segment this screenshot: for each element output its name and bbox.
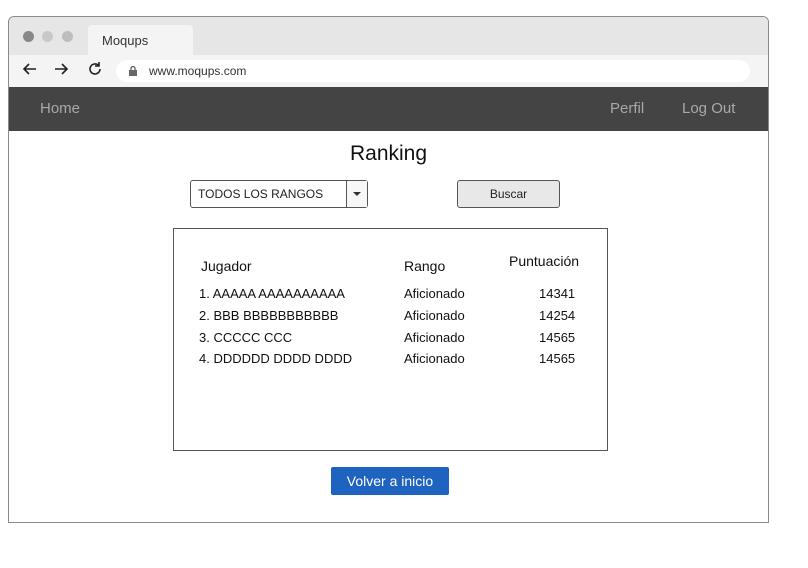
search-button[interactable]: Buscar: [457, 180, 560, 208]
header-puntuacion: Puntuación: [509, 253, 580, 269]
rank-filter-value: TODOS LOS RANGOS: [198, 187, 324, 201]
row-puntuacion: 14254: [539, 308, 576, 323]
back-to-home-button[interactable]: Volver a inicio: [331, 467, 449, 495]
address-bar: www.moqups.com: [9, 55, 768, 87]
forward-arrow-icon[interactable]: [52, 61, 70, 79]
row-jugador: 3. CCCCC CCC: [199, 330, 293, 345]
url-field[interactable]: www.moqups.com: [116, 60, 750, 82]
nav-logout-link[interactable]: Log Out: [682, 100, 735, 117]
window-close-dot[interactable]: [23, 31, 34, 42]
row-puntuacion: 14565: [539, 351, 576, 366]
row-jugador: 2. BBB BBBBBBBBBBB: [199, 308, 339, 323]
browser-tab-title: Moqups: [102, 33, 149, 48]
nav-home-link[interactable]: Home: [40, 100, 80, 117]
page-title: Ranking: [349, 142, 428, 165]
window-minimize-dot[interactable]: [42, 31, 53, 42]
browser-tab[interactable]: Moqups: [88, 25, 193, 55]
window-maximize-dot[interactable]: [62, 31, 73, 42]
top-navbar: Home Perfil Log Out: [9, 87, 768, 131]
reload-icon[interactable]: [86, 61, 104, 79]
row-jugador: 1. AAAAA AAAAAAAAAA: [199, 286, 345, 301]
back-arrow-icon[interactable]: [21, 61, 39, 79]
row-rango: Aficionado: [404, 308, 465, 323]
nav-perfil-link[interactable]: Perfil: [610, 100, 644, 117]
ranking-table: Jugador Rango Puntuación 1. AAAAA AAAAAA…: [173, 228, 608, 451]
row-jugador: 4. DDDDDD DDDD DDDD: [199, 351, 353, 366]
row-puntuacion: 14565: [539, 330, 576, 345]
header-rango: Rango: [404, 258, 446, 274]
chevron-down-icon[interactable]: [346, 181, 367, 207]
row-rango: Aficionado: [404, 351, 465, 366]
url-text: www.moqups.com: [149, 64, 247, 78]
browser-titlebar: Moqups: [9, 17, 768, 55]
row-rango: Aficionado: [404, 286, 465, 301]
header-jugador: Jugador: [201, 258, 252, 274]
row-puntuacion: 14341: [539, 286, 576, 301]
browser-window: Moqups www.moqups.com Home Perfil Log Ou…: [8, 16, 769, 523]
lock-icon: [128, 65, 140, 77]
rank-filter-select[interactable]: TODOS LOS RANGOS: [190, 180, 368, 208]
row-rango: Aficionado: [404, 330, 465, 345]
